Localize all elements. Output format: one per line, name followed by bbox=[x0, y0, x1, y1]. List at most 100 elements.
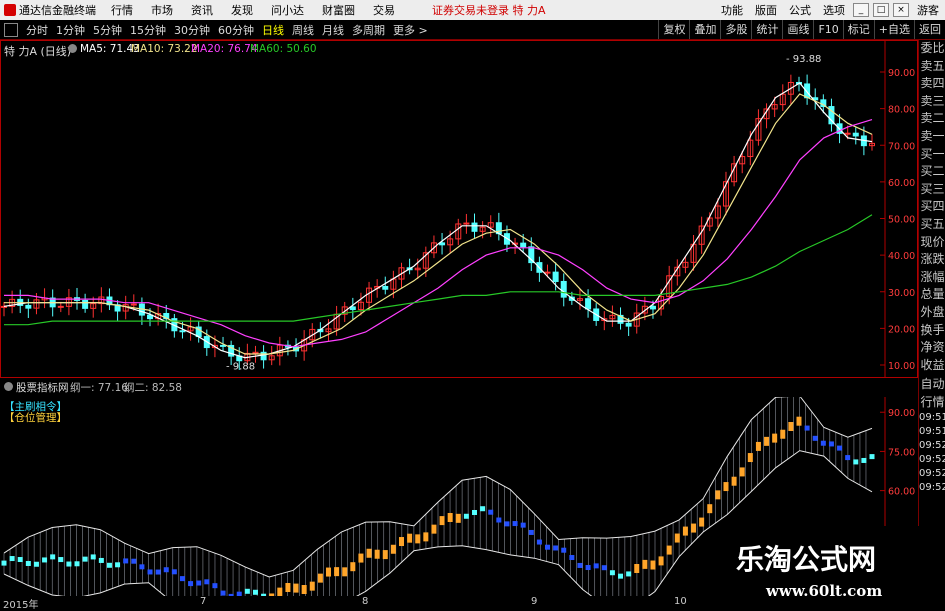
rp-tab-12[interactable]: 涨跌 bbox=[919, 251, 945, 269]
rp-tab-2[interactable]: 卖四 bbox=[919, 75, 945, 93]
menu-wenxiaoda[interactable]: 问小达 bbox=[271, 2, 304, 18]
rp-tab-13[interactable]: 涨幅 bbox=[919, 269, 945, 287]
rp-tab-9[interactable]: 买四 bbox=[919, 198, 945, 216]
candle-body bbox=[552, 271, 559, 282]
indicator-block bbox=[804, 425, 810, 431]
rp-tab-0[interactable]: 委比 bbox=[919, 40, 945, 58]
indicator-block bbox=[601, 565, 607, 571]
rp-tab-1[interactable]: 卖五 bbox=[919, 58, 945, 76]
menu-hangqing[interactable]: 行情 bbox=[111, 2, 133, 18]
huaxian-button[interactable]: 画线 bbox=[782, 20, 813, 39]
menu-gongneng[interactable]: 功能 bbox=[721, 2, 743, 18]
menu-faxian[interactable]: 发现 bbox=[231, 2, 253, 18]
menu-gongshi[interactable]: 公式 bbox=[789, 2, 811, 18]
lower-tick-label: 60.00 bbox=[888, 487, 915, 498]
indicator-block bbox=[252, 589, 258, 595]
menu-xuanxiang[interactable]: 选项 bbox=[823, 2, 845, 18]
rp-hangqing[interactable]: 行情 bbox=[919, 394, 945, 412]
rp-tab-5[interactable]: 卖一 bbox=[919, 128, 945, 146]
back-button[interactable]: 返回 bbox=[914, 20, 945, 39]
candle-body bbox=[560, 280, 567, 298]
indicator-block bbox=[42, 557, 48, 563]
indicator-block bbox=[496, 517, 502, 523]
rp-tab-7[interactable]: 买二 bbox=[919, 163, 945, 181]
app-name: 通达信金融终端 bbox=[19, 4, 96, 17]
indicator-block bbox=[796, 416, 802, 426]
rp-tab-18[interactable]: 收益 bbox=[919, 357, 945, 375]
indicator-block bbox=[691, 523, 697, 533]
rp-zidong[interactable]: 自动 bbox=[919, 376, 945, 394]
rp-tab-6[interactable]: 买一 bbox=[919, 146, 945, 164]
indicator-block bbox=[204, 579, 210, 585]
menu-shichang[interactable]: 市场 bbox=[151, 2, 173, 18]
menu-zixun[interactable]: 资讯 bbox=[191, 2, 213, 18]
price-tick-label: 20.00 bbox=[888, 324, 915, 335]
diejia-button[interactable]: 叠加 bbox=[689, 20, 720, 39]
indicator-block bbox=[447, 513, 453, 523]
indicator-block bbox=[155, 569, 161, 575]
indicator-block bbox=[398, 537, 404, 547]
indicator-block bbox=[147, 569, 153, 575]
period-1min[interactable]: 1分钟 bbox=[56, 22, 85, 38]
indicator-block bbox=[747, 453, 753, 463]
indicator-block bbox=[374, 549, 380, 559]
maximize-icon[interactable]: □ bbox=[873, 3, 889, 17]
menu-banmian[interactable]: 版面 bbox=[755, 2, 777, 18]
settings-dot-icon[interactable] bbox=[68, 44, 77, 53]
rp-tab-11[interactable]: 现价 bbox=[919, 234, 945, 252]
period-fenshi[interactable]: 分时 bbox=[26, 22, 48, 38]
price-tick-label: 60.00 bbox=[888, 178, 915, 189]
add-watchlist-button[interactable]: +自选 bbox=[873, 20, 914, 39]
indicator-settings-icon[interactable] bbox=[4, 382, 13, 391]
fuquan-button[interactable]: 复权 bbox=[658, 20, 689, 39]
rp-tab-17[interactable]: 净资 bbox=[919, 339, 945, 357]
period-daily[interactable]: 日线 bbox=[262, 22, 284, 38]
biaoji-button[interactable]: 标记 bbox=[842, 20, 874, 39]
period-30min[interactable]: 30分钟 bbox=[174, 22, 210, 38]
rp-tab-3[interactable]: 卖三 bbox=[919, 93, 945, 111]
kline-chart[interactable]: 90.00 80.00 70.00 60.00 50.00 40.00 30.00 20.00… bbox=[0, 40, 918, 596]
rp-tab-14[interactable]: 总量 bbox=[919, 286, 945, 304]
menu-caifuquan[interactable]: 财富圈 bbox=[322, 2, 355, 18]
period-60min[interactable]: 60分钟 bbox=[218, 22, 254, 38]
period-more[interactable]: 更多 > bbox=[393, 22, 428, 38]
rp-tab-16[interactable]: 换手 bbox=[919, 322, 945, 340]
indicator-block bbox=[553, 545, 559, 551]
close-icon[interactable]: × bbox=[893, 3, 909, 17]
indicator-block bbox=[609, 570, 615, 576]
x-tick-8: 8 bbox=[362, 596, 369, 607]
layout-icon[interactable] bbox=[4, 22, 18, 37]
indicator-block bbox=[244, 588, 250, 594]
indicator-block bbox=[98, 557, 104, 563]
guest-label[interactable]: 游客 bbox=[917, 2, 939, 18]
rp-tab-15[interactable]: 外盘 bbox=[919, 304, 945, 322]
candle-body bbox=[804, 83, 811, 99]
menu-jiaoyi[interactable]: 交易 bbox=[373, 2, 395, 18]
indicator-line1: 纲一: 77.16 bbox=[70, 382, 128, 394]
rp-tab-4[interactable]: 卖二 bbox=[919, 110, 945, 128]
login-warning[interactable]: 证券交易未登录 特 力A bbox=[432, 2, 546, 18]
rp-tab-8[interactable]: 买三 bbox=[919, 181, 945, 199]
indicator-block bbox=[423, 532, 429, 542]
minimize-icon[interactable]: _ bbox=[853, 3, 869, 17]
period-monthly[interactable]: 月线 bbox=[322, 22, 344, 38]
candle-body bbox=[349, 306, 356, 311]
duogu-button[interactable]: 多股 bbox=[720, 20, 751, 39]
rp-tab-10[interactable]: 买五 bbox=[919, 216, 945, 234]
candle-body bbox=[439, 242, 446, 246]
period-multi[interactable]: 多周期 bbox=[352, 22, 385, 38]
indicator-block bbox=[869, 454, 875, 460]
rp-time-5: 09:52 bbox=[919, 482, 945, 494]
tongji-button[interactable]: 统计 bbox=[751, 20, 782, 39]
indicator-block bbox=[820, 440, 826, 446]
f10-button[interactable]: F10 bbox=[813, 20, 842, 39]
period-weekly[interactable]: 周线 bbox=[292, 22, 314, 38]
indicator-block bbox=[277, 587, 283, 596]
rp-time-4: 09:52 bbox=[919, 468, 945, 480]
period-15min[interactable]: 15分钟 bbox=[130, 22, 166, 38]
indicator-block bbox=[569, 555, 575, 561]
indicator-block bbox=[25, 560, 31, 566]
indicator-block bbox=[17, 557, 23, 563]
period-5min[interactable]: 5分钟 bbox=[93, 22, 122, 38]
indicator-block bbox=[772, 433, 778, 443]
